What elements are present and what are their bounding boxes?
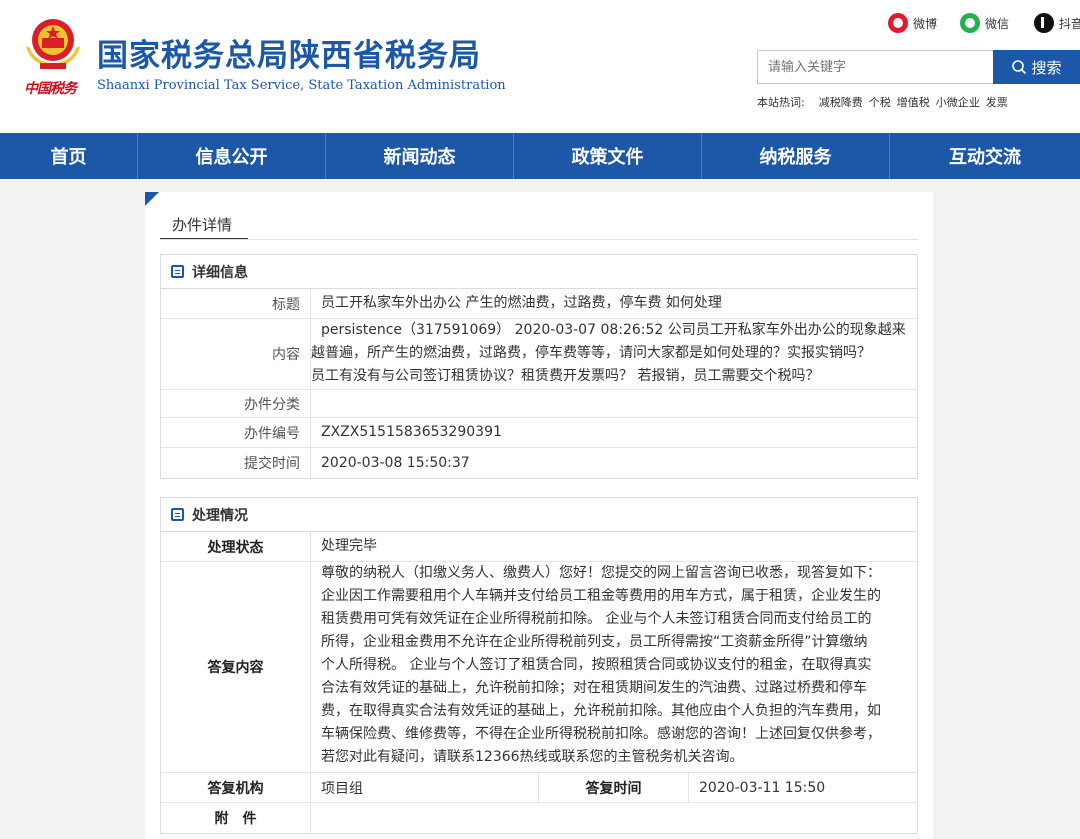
list-icon bbox=[171, 508, 184, 521]
reply-line: 费，在取得真实合法有效凭证的基础上，允许税前扣除。其他应由个人负担的汽车费用，如 bbox=[321, 703, 881, 719]
wechat-icon bbox=[960, 13, 980, 33]
reply-line: 个人所得税。 企业与个人签订了租赁合同，按照租赁合同或协议支付的租金，在取得真实 bbox=[321, 657, 872, 673]
national-emblem-icon bbox=[26, 19, 80, 69]
wechat-link[interactable]: 微信 bbox=[960, 12, 1009, 34]
status-label: 处理状态 bbox=[161, 532, 311, 561]
search-button-label: 搜索 bbox=[1031, 58, 1062, 77]
breadcrumb: 办件详情 bbox=[160, 210, 248, 240]
number-value: ZXZX5151583653290391 bbox=[321, 424, 502, 440]
detail-heading: 详细信息 bbox=[161, 255, 917, 289]
content-line: 员工有没有与公司签订租赁协议？租赁费开发票吗？ 若报销，员工需要交个税吗？ bbox=[311, 368, 820, 384]
handling-heading: 处理情况 bbox=[161, 498, 917, 532]
hot-words: 本站热词: 减税降费 个税 增值税 小微企业 发票 bbox=[757, 94, 1014, 110]
attachment-row: 附 件 bbox=[161, 803, 917, 833]
douyin-label: 抖音 bbox=[1059, 16, 1080, 31]
detail-heading-text: 详细信息 bbox=[192, 264, 248, 281]
hot-word-link[interactable]: 发票 bbox=[986, 94, 1008, 110]
reply-value: 尊敬的纳税人（扣缴义务人、缴费人）您好！您提交的网上留言咨询已收悉，现答复如下：… bbox=[311, 562, 917, 772]
attachment-label: 附 件 bbox=[161, 803, 311, 833]
reply-line: 企业因工作需要租用个人车辆并支付给员工租金等费用的用车方式，属于租赁，企业发生的 bbox=[321, 588, 881, 604]
reply-line: 合法有效凭证的基础上，允许税前扣除；对在租赁期间发生的汽油费、过路过桥费和停车 bbox=[321, 680, 867, 696]
number-row: 办件编号 ZXZX5151583653290391 bbox=[161, 418, 917, 448]
site-header: 中国税务 国家税务总局陕西省税务局 Shaanxi Provincial Tax… bbox=[0, 0, 1080, 133]
reply-line: 所得，企业租金费用不允许在企业所得税前列支，员工所得需按“工资薪金所得”计算缴纳 bbox=[321, 634, 868, 650]
reply-row: 答复内容 尊敬的纳税人（扣缴义务人、缴费人）您好！您提交的网上留言咨询已收悉，现… bbox=[161, 562, 917, 773]
content-value: persistence（317591069） 2020-03-07 08:26:… bbox=[311, 319, 917, 389]
reply-time-label: 答复时间 bbox=[539, 773, 689, 802]
content-line: persistence（317591069） 2020-03-07 08:26:… bbox=[321, 322, 906, 338]
search-input[interactable] bbox=[757, 50, 993, 84]
status-value: 处理完毕 bbox=[321, 538, 377, 554]
hot-word-link[interactable]: 个税 bbox=[869, 94, 891, 110]
wechat-label: 微信 bbox=[985, 16, 1010, 31]
breadcrumb-divider bbox=[160, 239, 918, 240]
reply-line: 车辆保险费、维修费等，不得在企业所得税税前扣除。感谢您的咨询！上述回复仅供参考， bbox=[321, 726, 881, 742]
submit-time-label: 提交时间 bbox=[161, 448, 311, 478]
org-value: 项目组 bbox=[311, 773, 539, 802]
content-line: 越普遍，所产生的燃油费，过路费，停车费等等，请问大家都是如何处理的？实报实销吗？ bbox=[311, 345, 871, 361]
nav-item-policy[interactable]: 政策文件 bbox=[514, 133, 702, 179]
reply-line: 若您对此有疑问，请联系12366热线或联系您的主管税务机关咨询。 bbox=[321, 749, 744, 765]
nav-item-home[interactable]: 首页 bbox=[0, 133, 138, 179]
content-label: 内容 bbox=[161, 319, 311, 389]
site-subtitle: Shaanxi Provincial Tax Service, State Ta… bbox=[97, 78, 506, 93]
submit-time-value: 2020-03-08 15:50:37 bbox=[321, 454, 470, 471]
list-icon bbox=[171, 265, 184, 278]
nav-item-interaction[interactable]: 互动交流 bbox=[890, 133, 1080, 179]
attachment-value bbox=[311, 803, 917, 833]
hot-word-link[interactable]: 增值税 bbox=[897, 94, 930, 110]
content-panel: 办件详情 详细信息 标题 员工开私家车外出办公 产生的燃油费，过路费，停车费 如… bbox=[145, 192, 933, 839]
category-value bbox=[311, 390, 917, 417]
number-label: 办件编号 bbox=[161, 418, 311, 447]
category-row: 办件分类 bbox=[161, 390, 917, 418]
submit-time-row: 提交时间 2020-03-08 15:50:37 bbox=[161, 448, 917, 478]
detail-section: 详细信息 标题 员工开私家车外出办公 产生的燃油费，过路费，停车费 如何处理 内… bbox=[160, 254, 918, 479]
title-value: 员工开私家车外出办公 产生的燃油费，过路费，停车费 如何处理 bbox=[321, 295, 722, 311]
status-row: 处理状态 处理完毕 bbox=[161, 532, 917, 562]
nav-item-news[interactable]: 新闻动态 bbox=[326, 133, 514, 179]
search-button[interactable]: 搜索 bbox=[993, 50, 1080, 84]
hot-word-link[interactable]: 小微企业 bbox=[936, 94, 980, 110]
reply-label: 答复内容 bbox=[161, 562, 311, 772]
corner-marker bbox=[145, 192, 159, 206]
nav-item-info-disclosure[interactable]: 信息公开 bbox=[138, 133, 326, 179]
main-nav: 首页 信息公开 新闻动态 政策文件 纳税服务 互动交流 bbox=[0, 133, 1080, 179]
org-row: 答复机构 项目组 答复时间 2020-03-11 15:50 bbox=[161, 773, 917, 803]
weibo-label: 微博 bbox=[913, 16, 938, 31]
weibo-link[interactable]: 微博 bbox=[888, 12, 937, 34]
hot-words-label: 本站热词: bbox=[757, 96, 805, 109]
site-title[interactable]: 国家税务总局陕西省税务局 bbox=[97, 30, 481, 75]
content-row: 内容 persistence（317591069） 2020-03-07 08:… bbox=[161, 319, 917, 390]
category-label: 办件分类 bbox=[161, 390, 311, 417]
douyin-icon bbox=[1034, 13, 1054, 33]
hot-word-link[interactable]: 减税降费 bbox=[819, 94, 863, 110]
title-label: 标题 bbox=[161, 289, 311, 318]
org-label: 答复机构 bbox=[161, 773, 311, 802]
china-tax-seal: 中国税务 bbox=[24, 81, 77, 97]
handling-heading-text: 处理情况 bbox=[192, 507, 248, 524]
nav-item-tax-service[interactable]: 纳税服务 bbox=[702, 133, 890, 179]
reply-line: 尊敬的纳税人（扣缴义务人、缴费人）您好！您提交的网上留言咨询已收悉，现答复如下： bbox=[321, 565, 881, 581]
title-row: 标题 员工开私家车外出办公 产生的燃油费，过路费，停车费 如何处理 bbox=[161, 289, 917, 319]
handling-section: 处理情况 处理状态 处理完毕 答复内容 尊敬的纳税人（扣缴义务人、缴费人）您好！… bbox=[160, 497, 918, 834]
weibo-icon bbox=[888, 13, 908, 33]
reply-time-value: 2020-03-11 15:50 bbox=[699, 779, 826, 796]
reply-line: 租赁费用可凭有效凭证在企业所得税前扣除。 企业与个人未签订租赁合同而支付给员工的 bbox=[321, 611, 872, 627]
douyin-link[interactable]: 抖音 bbox=[1034, 12, 1080, 34]
search-icon bbox=[1012, 60, 1027, 75]
